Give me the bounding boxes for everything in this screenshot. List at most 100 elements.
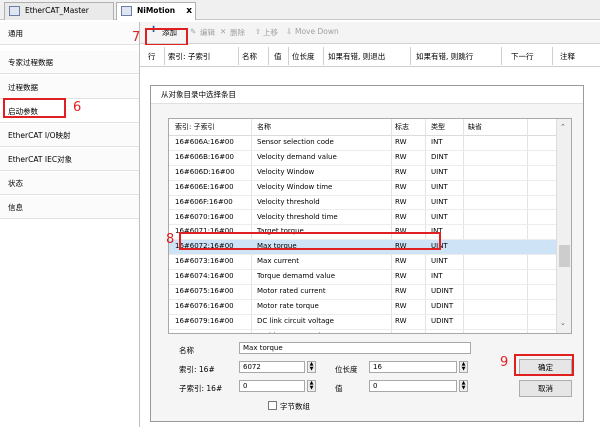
grid-row[interactable]: 16#606E:16#00 Velocity Window time RW UINT (169, 181, 557, 196)
index-field[interactable]: 6072 (239, 361, 305, 373)
move-down-button[interactable]: Move Down (295, 27, 339, 36)
grid-row[interactable]: 16#6073:16#00 Max current RW UINT (169, 255, 557, 271)
tab-label: EtherCAT_Master (25, 6, 89, 15)
startup-params-table-header: 行 索引: 子索引 名称 值 位长度 如果有错, 则退出 如果有错, 则跳行 下… (140, 45, 600, 67)
scroll-up-icon[interactable]: ⌃ (560, 123, 566, 131)
cell-default: 16#00000000 (468, 332, 518, 333)
grid-row[interactable]: 16#606A:16#00 Sensor selection code RW INT (169, 136, 557, 151)
byte-array-checkbox[interactable] (268, 401, 277, 410)
grid-row[interactable]: 16#606B:16#00 Velocity demand value RW DINT (169, 151, 557, 166)
toolbar: ✚ 添加 ✎ 编辑 ✕ 删除 ⇧ 上移 ⇩ Move Down (140, 22, 600, 44)
cell-flags: RW (395, 167, 407, 176)
cell-name: Velocity Window (257, 167, 315, 176)
col-name: 名称 (242, 52, 257, 61)
cell-name: Torque demamd value (257, 272, 336, 281)
subindex-spin-icon[interactable]: ▲ ▼ (307, 380, 316, 392)
subindex-field[interactable]: 0 (239, 380, 305, 392)
edit-button[interactable]: 编辑 (200, 27, 215, 38)
name-field[interactable]: Max torque (239, 342, 471, 354)
grid-row[interactable]: 16#606F:16#00 Velocity threshold RW UINT (169, 196, 557, 211)
cell-name: Velocity threshold (257, 197, 320, 206)
tab-bar: EtherCAT_Master NiMotion x (0, 0, 600, 20)
bit-length-spin-icon[interactable]: ▲ ▼ (459, 361, 468, 373)
col-next-line: 下一行 (511, 52, 534, 61)
col-row: 行 (148, 52, 156, 61)
cell-type: UDINT (431, 316, 454, 325)
bit-length-field[interactable]: 16 (369, 361, 457, 373)
cell-index: 16#6079:16#00 (175, 316, 234, 325)
annotation-label: 9 (500, 355, 509, 370)
cell-flags: RW (395, 301, 407, 310)
value-spin-icon[interactable]: ▲ ▼ (459, 380, 468, 392)
cell-name: Motor rate torque (257, 301, 319, 310)
tab-label: NiMotion (137, 6, 176, 15)
grid-header-default: 缺省 (468, 119, 482, 135)
cell-type: UINT (431, 257, 448, 266)
grid-row[interactable]: 16#607A:16#00 Position target value RW DINT… (169, 330, 557, 333)
scroll-thumb[interactable] (559, 245, 570, 267)
cell-index: 16#6074:16#00 (175, 272, 234, 281)
index-spin-icon[interactable]: ▲ ▼ (307, 361, 316, 373)
value-field[interactable]: 0 (369, 380, 457, 392)
tab-ethercat-master[interactable]: EtherCAT_Master (4, 2, 114, 20)
sidebar-item-iec-objects[interactable]: EtherCAT IEC对象 (0, 148, 139, 171)
cell-type: UDINT (431, 301, 454, 310)
cell-index: 16#606F:16#00 (175, 197, 233, 206)
cell-type: UINT (431, 167, 448, 176)
grid-row[interactable]: 16#6076:16#00 Motor rate torque RW UDINT (169, 300, 557, 315)
cell-index: 16#606E:16#00 (175, 182, 234, 191)
vertical-scrollbar[interactable]: ⌃ ⌄ (556, 119, 571, 333)
cell-flags: RW (395, 257, 407, 266)
highlight-max-torque-row (179, 232, 441, 250)
cell-flags: RW (395, 138, 407, 146)
move-up-button[interactable]: 上移 (263, 27, 278, 38)
sidebar-item-status[interactable]: 状态 (0, 172, 139, 195)
grid-row[interactable]: 16#6079:16#00 DC link circuit voltage RW UD… (169, 315, 557, 330)
cell-name: Position target value (257, 332, 329, 333)
edit-icon: ✎ (190, 27, 197, 36)
col-value: 值 (274, 52, 282, 61)
sidebar-item-general[interactable]: 通用 (0, 22, 139, 45)
cell-index: 16#606A:16#00 (175, 138, 234, 146)
scroll-down-icon[interactable]: ⌄ (560, 319, 566, 327)
sidebar-item-process-data[interactable]: 过程数据 (0, 76, 139, 99)
cell-name: Max current (257, 257, 299, 266)
close-icon[interactable]: x (186, 3, 192, 19)
sidebar-item-expert-process-data[interactable]: 专家过程数据 (0, 51, 139, 74)
cell-name: Motor rated current (257, 287, 326, 295)
cell-flags: RW (395, 197, 407, 206)
grid-row[interactable]: 16#6070:16#00 Velocity threshold time RW UI… (169, 211, 557, 226)
delete-button[interactable]: 删除 (230, 27, 245, 38)
grid-row[interactable]: 16#6074:16#00 Torque demamd value RW INT (169, 270, 557, 285)
name-label: 名称 (179, 346, 194, 355)
grid-header-index: 索引: 子索引 (175, 119, 215, 135)
byte-array-label: 字节数组 (280, 402, 310, 411)
cell-index: 16#606B:16#00 (175, 152, 234, 161)
cell-type: INT (431, 272, 443, 281)
down-icon: ⇩ (286, 27, 293, 36)
grid-row[interactable]: 16#606D:16#00 Velocity Window RW UINT (169, 166, 557, 181)
annotation-label: 8 (166, 232, 175, 247)
cell-flags: RW (395, 212, 407, 221)
object-directory-grid: 索引: 子索引 名称 标志 类型 缺省 16#606A:16#00 Sensor … (168, 118, 572, 334)
cell-type: UINT (431, 212, 448, 221)
cell-type: DINT (431, 332, 448, 333)
sidebar-item-io-mapping[interactable]: EtherCAT I/O映射 (0, 124, 139, 147)
delete-icon: ✕ (220, 27, 227, 36)
cell-index: 16#606D:16#00 (175, 167, 235, 176)
col-bit-length: 位长度 (292, 52, 315, 61)
tab-nimotion[interactable]: NiMotion x (116, 2, 196, 20)
grid-row[interactable]: 16#6075:16#00 Motor rated current RW UDINT (169, 285, 557, 300)
index-label: 索引: 16# (179, 365, 215, 374)
highlight-ok-button (514, 354, 574, 376)
cancel-button[interactable]: 取消 (519, 380, 572, 397)
cell-flags: RW (395, 272, 407, 281)
cell-type: UINT (431, 182, 448, 191)
sidebar-item-info[interactable]: 信息 (0, 196, 139, 219)
device-icon (121, 6, 132, 16)
cell-index: 16#607A:16#00 (175, 332, 234, 333)
highlight-startup-parameters (3, 98, 66, 118)
grid-header-type: 类型 (431, 119, 445, 135)
value-label: 值 (335, 384, 343, 393)
cell-name: DC link circuit voltage (257, 316, 334, 325)
